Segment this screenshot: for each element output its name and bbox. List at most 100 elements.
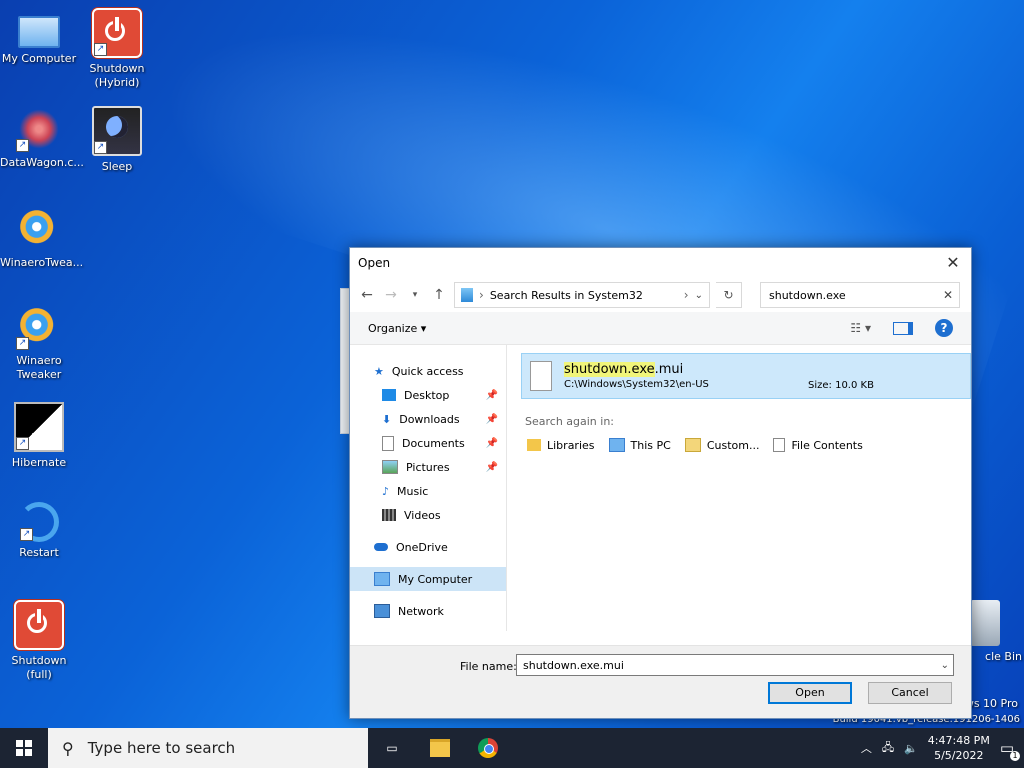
star-icon: ★ [374, 364, 384, 378]
desktop-icon-my-computer[interactable]: My Computer [0, 8, 78, 66]
forward-arrow-icon[interactable]: → [382, 287, 400, 303]
file-explorer-icon[interactable] [416, 728, 464, 768]
nav-music[interactable]: ♪ Music [350, 479, 506, 503]
search-again-libraries[interactable]: Libraries [527, 438, 595, 452]
network-icon[interactable]: 🖧 [882, 739, 894, 758]
desktop-icon-label: Hibernate [11, 456, 67, 469]
file-name-input[interactable] [521, 657, 941, 673]
desktop-icon-label: Winaero Tweaker [16, 354, 62, 381]
nav-onedrive[interactable]: OneDrive [350, 535, 506, 559]
result-item[interactable]: shutdown.exe.mui C:\Windows\System32\en-… [521, 353, 971, 399]
desktop-icon-restart[interactable]: ↗ Restart [0, 502, 78, 560]
search-again-this-pc[interactable]: This PC [608, 438, 671, 452]
clock-time: 4:47:48 PM [927, 734, 990, 747]
system-tray: ︿ 🖧 🔈 4:47:48 PM 5/5/2022 ▭ 1 [861, 733, 1024, 763]
computer-icon [374, 572, 390, 586]
help-icon[interactable]: ? [935, 319, 953, 337]
libraries-icon [527, 439, 541, 451]
desktop-icon-label: DataWagon.c... [0, 156, 84, 169]
pin-icon[interactable]: 📌 [486, 414, 498, 425]
breadcrumb[interactable]: Search Results in System32 [490, 289, 678, 302]
address-dropdown-icon[interactable]: ⌄ [695, 290, 703, 301]
computer-icon [18, 16, 60, 48]
hibernate-icon: ↗ [14, 402, 64, 452]
close-icon[interactable]: ✕ [943, 253, 963, 273]
search-again-file-contents[interactable]: File Contents [773, 438, 863, 452]
dialog-titlebar: Open ✕ [350, 248, 971, 278]
desktop-icon-label: Sleep [101, 160, 133, 173]
recycle-bin-icon [970, 600, 1000, 646]
search-again-options: Libraries This PC Custom... File Content… [527, 438, 971, 452]
show-hidden-icons-chevron-icon[interactable]: ︿ [861, 740, 872, 756]
nav-quick-access[interactable]: ★ Quick access [350, 359, 506, 383]
breadcrumb-chevron-icon[interactable]: › [684, 288, 689, 302]
navigation-row: ← → ▾ ↑ › Search Results in System32 › ⌄… [350, 278, 971, 312]
task-view-icon[interactable]: ▭ [368, 728, 416, 768]
desktop-folder-icon [382, 389, 396, 401]
documents-icon [382, 435, 394, 451]
preview-pane-icon[interactable] [893, 321, 913, 335]
nav-my-computer[interactable]: My Computer [350, 567, 506, 591]
winaero-tweaker-icon [16, 206, 62, 252]
taskbar-search-box[interactable]: ⚲ Type here to search [48, 728, 368, 768]
nav-downloads[interactable]: ⬇ Downloads 📌 [350, 407, 506, 431]
folder-icon [684, 438, 701, 452]
desktop-icon-shutdown-full[interactable]: Shutdown (full) [0, 600, 78, 682]
open-dialog: Open ✕ ← → ▾ ↑ › Search Results in Syste… [349, 247, 972, 719]
search-box[interactable]: ✕ [760, 282, 960, 308]
network-icon [374, 604, 390, 618]
desktop-icon-label: WinaeroTwea... [0, 256, 84, 269]
notification-center-icon[interactable]: ▭ 1 [1000, 739, 1020, 761]
dialog-footer: File name: ⌄ Open Cancel [350, 645, 971, 718]
open-button[interactable]: Open [768, 682, 852, 704]
refresh-icon[interactable]: ↻ [716, 282, 742, 308]
recent-locations-chevron-icon[interactable]: ▾ [406, 290, 424, 300]
volume-icon[interactable]: 🔈 [904, 742, 918, 755]
back-arrow-icon[interactable]: ← [358, 287, 376, 303]
desktop-icon-hibernate[interactable]: ↗ Hibernate [0, 402, 78, 470]
document-icon [773, 438, 786, 452]
desktop-icon-winaero-tweaker-1[interactable]: WinaeroTwea... [0, 206, 84, 270]
result-size: Size: 10.0 KB [808, 380, 874, 391]
desktop-icon-sleep[interactable]: ↗ Sleep [78, 106, 156, 174]
clear-search-icon[interactable]: ✕ [943, 288, 953, 302]
taskbar: ⚲ Type here to search ▭ ︿ 🖧 🔈 4:47:48 PM… [0, 728, 1024, 768]
file-list: shutdown.exe.mui C:\Windows\System32\en-… [507, 345, 971, 631]
desktop-icon-label: Shutdown (Hybrid) [89, 62, 145, 89]
desktop-icon-datawagon[interactable]: ↗ DataWagon.c... [0, 106, 84, 170]
search-input[interactable] [767, 287, 943, 303]
chrome-icon[interactable] [464, 728, 512, 768]
desktop-icon-shutdown-hybrid[interactable]: ↗ Shutdown (Hybrid) [78, 8, 156, 90]
dialog-title: Open [358, 256, 391, 270]
restart-icon: ↗ [19, 502, 59, 542]
pin-icon[interactable]: 📌 [486, 462, 498, 473]
download-arrow-icon: ⬇ [382, 412, 392, 426]
pin-icon[interactable]: 📌 [486, 390, 498, 401]
datawagon-icon: ↗ [16, 106, 62, 152]
navigation-pane: ★ Quick access Desktop 📌 ⬇ Downloads 📌 D… [350, 345, 507, 631]
change-view-icon[interactable]: ☷ ▾ [850, 321, 871, 335]
result-name: shutdown.exe.mui [564, 362, 684, 377]
address-bar[interactable]: › Search Results in System32 › ⌄ [454, 282, 710, 308]
clock-date: 5/5/2022 [934, 749, 984, 762]
taskbar-search-placeholder: Type here to search [87, 739, 236, 757]
pin-icon[interactable]: 📌 [486, 438, 498, 449]
videos-icon [382, 509, 396, 521]
file-name-label: File name: [460, 660, 517, 673]
chevron-down-icon[interactable]: ⌄ [941, 660, 949, 671]
organize-button[interactable]: Organize ▾ [368, 322, 426, 335]
start-button[interactable] [0, 728, 48, 768]
file-name-combobox[interactable]: ⌄ [516, 654, 954, 676]
nav-documents[interactable]: Documents 📌 [350, 431, 506, 455]
music-note-icon: ♪ [382, 484, 390, 498]
up-arrow-icon[interactable]: ↑ [430, 287, 448, 303]
desktop-icon-winaero-tweaker-2[interactable]: ↗ Winaero Tweaker [0, 304, 78, 382]
nav-videos[interactable]: Videos [350, 503, 506, 527]
nav-desktop[interactable]: Desktop 📌 [350, 383, 506, 407]
cancel-button[interactable]: Cancel [868, 682, 952, 704]
nav-pictures[interactable]: Pictures 📌 [350, 455, 506, 479]
search-again-custom[interactable]: Custom... [684, 438, 759, 452]
nav-network[interactable]: Network [350, 599, 506, 623]
clock[interactable]: 4:47:48 PM 5/5/2022 [928, 733, 990, 763]
winaero-tweaker-icon: ↗ [16, 304, 62, 350]
